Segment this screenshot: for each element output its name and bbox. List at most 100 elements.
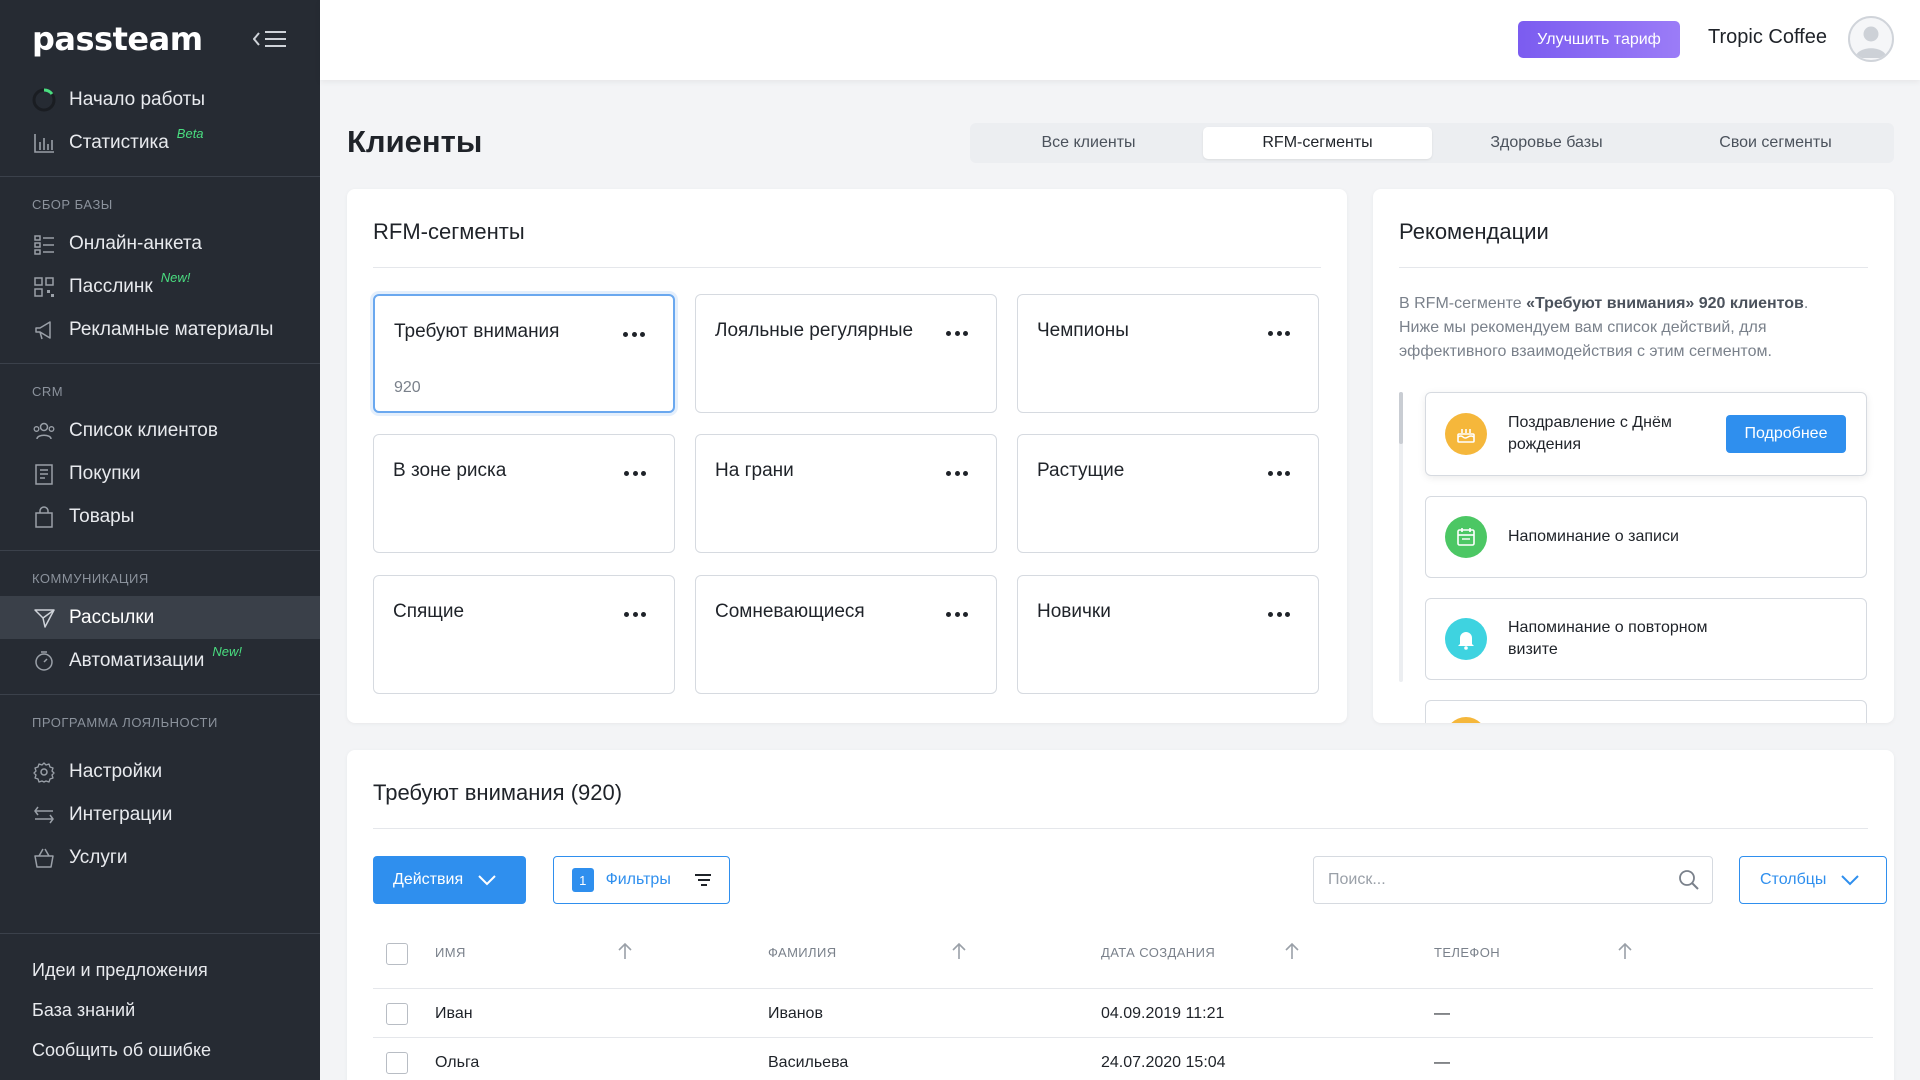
segment-card[interactable]: Новички — [1017, 575, 1319, 694]
nav-item-start[interactable]: Начало работы — [0, 78, 320, 121]
nav-item-online-form[interactable]: Онлайн-анкета — [0, 222, 320, 265]
segment-name: Требуют внимания — [394, 321, 560, 342]
tab-custom-segments[interactable]: Свои сегменты — [1661, 127, 1890, 159]
nav-item-label: Интеграции — [69, 803, 173, 825]
actions-dropdown[interactable]: Действия — [373, 856, 526, 904]
search-box — [1313, 856, 1713, 904]
collapse-sidebar-icon[interactable] — [252, 27, 288, 51]
nav-item-integrations[interactable]: Интеграции — [0, 793, 320, 836]
nav-item-purchases[interactable]: Покупки — [0, 452, 320, 495]
segment-card[interactable]: В зоне риска — [373, 434, 675, 553]
columns-label: Столбцы — [1760, 871, 1827, 888]
cell-first-name[interactable]: Ольга — [435, 1054, 479, 1072]
sort-arrow-icon[interactable] — [617, 942, 633, 960]
segment-card[interactable]: На грани — [695, 434, 997, 553]
column-header-last-name[interactable]: ФАМИЛИЯ — [768, 945, 837, 960]
nav-item-passlink[interactable]: Пасслинк New! — [0, 265, 320, 308]
nav-item-statistics[interactable]: Статистика Beta — [0, 121, 320, 164]
segment-card[interactable]: Требуют внимания 920 — [373, 294, 675, 413]
tab-all-clients[interactable]: Все клиенты — [974, 127, 1203, 159]
search-icon[interactable] — [1678, 869, 1700, 891]
more-dots-icon[interactable] — [946, 612, 968, 618]
recommendation-partial[interactable] — [1425, 700, 1867, 723]
rfm-card-title: RFM-сегменты — [373, 219, 525, 244]
nav-item-automations[interactable]: Автоматизации New! — [0, 639, 320, 682]
segment-card[interactable]: Спящие — [373, 575, 675, 694]
column-header-created[interactable]: ДАТА СОЗДАНИЯ — [1101, 945, 1215, 960]
chevron-down-icon — [478, 875, 496, 886]
sort-arrow-icon[interactable] — [1284, 942, 1300, 960]
select-all-checkbox[interactable] — [386, 943, 408, 965]
row-checkbox[interactable] — [386, 1052, 408, 1074]
nav-item-mailings[interactable]: Рассылки — [0, 596, 320, 639]
more-dots-icon[interactable] — [624, 612, 646, 618]
recommendations-card: Рекомендации В RFM-сегменте «Требуют вни… — [1373, 189, 1894, 723]
nav-item-label: Товары — [69, 505, 135, 527]
segment-card[interactable]: Лояльные регулярные — [695, 294, 997, 413]
divider — [373, 828, 1868, 829]
nav-item-services[interactable]: Услуги — [0, 836, 320, 879]
segment-card[interactable]: Растущие — [1017, 434, 1319, 553]
more-dots-icon[interactable] — [946, 471, 968, 477]
more-dots-icon[interactable] — [946, 331, 968, 337]
segment-card[interactable]: Сомневающиеся — [695, 575, 997, 694]
nav-item-ad-materials[interactable]: Рекламные материалы — [0, 308, 320, 351]
nav-item-label: Статистика — [69, 131, 169, 153]
recommendation-label: Напоминание о записи — [1508, 528, 1679, 545]
knowledge-base-link[interactable]: База знаний — [0, 990, 320, 1030]
more-dots-icon[interactable] — [1268, 612, 1290, 618]
recommendation-label: Поздравление с Днём рождения — [1508, 414, 1672, 453]
recommendation-appointment-reminder[interactable]: Напоминание о записи — [1425, 496, 1867, 578]
details-button[interactable]: Подробнее — [1726, 415, 1846, 453]
more-dots-icon[interactable] — [624, 471, 646, 477]
nav-item-client-list[interactable]: Список клиентов — [0, 409, 320, 452]
logo: passteam — [32, 20, 203, 58]
recommendation-birthday[interactable]: Поздравление с Днём рождения Подробнее — [1425, 392, 1867, 476]
upgrade-plan-button[interactable]: Улучшить тариф — [1518, 21, 1680, 58]
nav-item-goods[interactable]: Товары — [0, 495, 320, 538]
cake-icon — [1445, 413, 1487, 455]
more-dots-icon[interactable] — [1268, 471, 1290, 477]
nav-item-label: Онлайн-анкета — [69, 232, 202, 254]
avatar[interactable] — [1848, 16, 1894, 62]
recommendation-repeat-visit-reminder[interactable]: Напоминание о повторном визите — [1425, 598, 1867, 680]
company-name[interactable]: Tropic Coffee — [1708, 26, 1827, 49]
cell-last-name[interactable]: Иванов — [768, 1005, 823, 1023]
nav-item-label: Начало работы — [69, 88, 206, 110]
timer-icon — [32, 649, 56, 673]
report-bug-link[interactable]: Сообщить об ошибке — [0, 1030, 320, 1070]
more-dots-icon[interactable] — [623, 332, 645, 338]
filters-button[interactable]: 1 Фильтры — [553, 856, 730, 904]
logo-row: passteam — [0, 0, 320, 78]
table-title: Требуют внимания (920) — [373, 780, 623, 805]
search-input[interactable] — [1314, 857, 1674, 903]
sort-arrow-icon[interactable] — [951, 942, 967, 960]
segment-card[interactable]: Чемпионы — [1017, 294, 1319, 413]
cell-first-name[interactable]: Иван — [435, 1005, 473, 1023]
column-header-first-name[interactable]: ИМЯ — [435, 945, 466, 960]
segment-name: Спящие — [393, 601, 465, 622]
sort-arrow-icon[interactable] — [1617, 942, 1633, 960]
segment-name: Сомневающиеся — [715, 601, 865, 622]
cell-last-name[interactable]: Васильева — [768, 1054, 848, 1072]
megaphone-icon — [32, 318, 56, 342]
scrollbar-thumb[interactable] — [1399, 392, 1403, 444]
cell-phone: — — [1434, 1054, 1450, 1071]
column-header-phone[interactable]: ТЕЛЕФОН — [1434, 945, 1500, 960]
row-checkbox[interactable] — [386, 1003, 408, 1025]
ideas-link[interactable]: Идеи и предложения — [0, 950, 320, 990]
section-title-collection: СБОР БАЗЫ — [32, 197, 113, 212]
rfm-segments-card: RFM-сегменты Требуют внимания 920 Лояльн… — [347, 189, 1347, 723]
tab-rfm-segments[interactable]: RFM-сегменты — [1203, 127, 1432, 159]
more-dots-icon[interactable] — [1268, 331, 1290, 337]
new-tag: New! — [212, 644, 242, 659]
columns-dropdown[interactable]: Столбцы — [1739, 856, 1887, 904]
tab-base-health[interactable]: Здоровье базы — [1432, 127, 1661, 159]
receipt-icon — [32, 462, 56, 486]
qr-code-icon — [32, 275, 56, 299]
nav-item-label: Рекламные материалы — [69, 318, 274, 340]
section-title-crm: CRM — [32, 384, 64, 399]
nav-item-settings[interactable]: Настройки — [0, 750, 320, 793]
divider — [0, 933, 320, 934]
recommendation-icon — [1445, 717, 1487, 723]
